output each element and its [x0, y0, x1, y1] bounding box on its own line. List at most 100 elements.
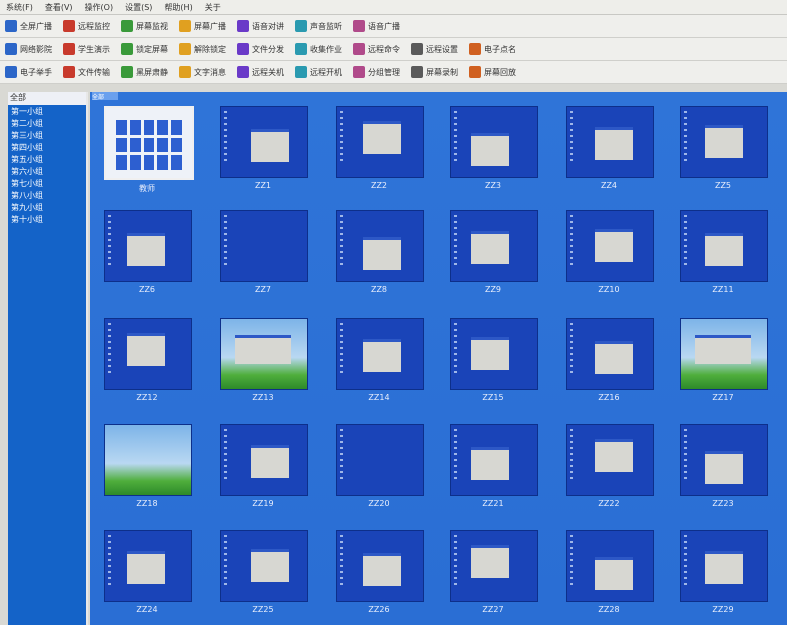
toolbar-button[interactable]: 屏幕监视 — [118, 16, 171, 36]
student-tile[interactable]: ZZ23 — [680, 424, 768, 508]
toolbar-button[interactable]: 远程开机 — [292, 62, 345, 82]
screen-thumbnail — [566, 106, 654, 178]
tile-label: ZZ11 — [712, 285, 734, 294]
toolbar-button-label: 屏幕录制 — [426, 67, 458, 77]
window-preview — [127, 233, 165, 266]
toolbar-button[interactable]: 电子举手 — [2, 62, 55, 82]
toolbar-button[interactable]: 远程关机 — [234, 62, 287, 82]
toolbar-button[interactable]: 屏幕广播 — [176, 16, 229, 36]
student-tile[interactable]: ZZ15 — [450, 318, 538, 402]
window-preview — [251, 445, 289, 478]
student-tile[interactable]: ZZ1 — [220, 106, 308, 190]
toolbar-button[interactable]: 文字消息 — [176, 62, 229, 82]
toolbar-button[interactable]: 屏幕回放 — [466, 62, 519, 82]
screen-thumbnail — [680, 318, 768, 390]
tile-label: ZZ21 — [482, 499, 504, 508]
student-tile[interactable]: ZZ10 — [566, 210, 654, 294]
main-tab[interactable]: 全部 — [92, 92, 118, 101]
sidebar-group-item[interactable]: 第一小组 — [8, 105, 86, 117]
window-preview — [471, 447, 509, 480]
toolbar-icon — [5, 20, 17, 32]
student-tile[interactable]: ZZ8 — [336, 210, 424, 294]
student-tile[interactable]: ZZ28 — [566, 530, 654, 614]
menu-item[interactable]: 查看(V) — [39, 0, 79, 13]
toolbar-button[interactable]: 解除锁定 — [176, 39, 229, 59]
student-tile[interactable]: ZZ13 — [220, 318, 308, 402]
menu-item[interactable]: 操作(O) — [79, 0, 120, 13]
toolbar-button[interactable]: 语音对讲 — [234, 16, 287, 36]
toolbar-button[interactable]: 远程设置 — [408, 39, 461, 59]
student-tile[interactable]: ZZ3 — [450, 106, 538, 190]
student-tile[interactable]: ZZ16 — [566, 318, 654, 402]
student-tile[interactable]: ZZ9 — [450, 210, 538, 294]
toolbar-row-3: 电子举手 文件传输 黑屏肃静 文字消息 远程关机 远程开机 分组管理 屏幕录制 屏幕回放 — [0, 61, 787, 84]
student-tile[interactable]: ZZ7 — [220, 210, 308, 294]
student-tile[interactable]: ZZ25 — [220, 530, 308, 614]
student-tile[interactable]: ZZ24 — [104, 530, 192, 614]
window-preview — [471, 337, 509, 370]
toolbar-button[interactable]: 文件分发 — [234, 39, 287, 59]
toolbar-button[interactable]: 网络影院 — [2, 39, 55, 59]
toolbar-icon — [121, 20, 133, 32]
student-tile[interactable]: ZZ29 — [680, 530, 768, 614]
sidebar-header[interactable]: 全部 — [8, 92, 86, 105]
tile-label: ZZ13 — [252, 393, 274, 402]
toolbar-button[interactable]: 收集作业 — [292, 39, 345, 59]
sidebar-group-item[interactable]: 第三小组 — [8, 129, 86, 141]
toolbar-button[interactable]: 远程监控 — [60, 16, 113, 36]
toolbar-button[interactable]: 学生演示 — [60, 39, 113, 59]
toolbar-button-label: 声音监听 — [310, 21, 342, 31]
tile-label: ZZ4 — [600, 181, 618, 190]
student-tile[interactable]: ZZ14 — [336, 318, 424, 402]
student-tile[interactable]: ZZ17 — [680, 318, 768, 402]
window-preview — [705, 551, 743, 584]
toolbar-button[interactable]: 全屏广播 — [2, 16, 55, 36]
tile-label: 教师 — [139, 184, 155, 193]
sidebar-group-item[interactable]: 第四小组 — [8, 141, 86, 153]
toolbar-button[interactable]: 黑屏肃静 — [118, 62, 171, 82]
student-tile[interactable]: ZZ5 — [680, 106, 768, 190]
student-tile[interactable]: ZZ11 — [680, 210, 768, 294]
menu-item[interactable]: 系统(F) — [0, 0, 39, 13]
screen-thumbnail — [104, 424, 192, 496]
student-tile[interactable]: ZZ18 — [104, 424, 192, 508]
student-tile[interactable]: ZZ4 — [566, 106, 654, 190]
tile-label: ZZ5 — [714, 181, 732, 190]
menu-item[interactable]: 帮助(H) — [158, 0, 198, 13]
tile-label: ZZ23 — [712, 499, 734, 508]
toolbar-button[interactable]: 屏幕录制 — [408, 62, 461, 82]
toolbar-button[interactable]: 语音广播 — [350, 16, 403, 36]
screen-thumbnail — [680, 530, 768, 602]
sidebar-group-item[interactable]: 第十小组 — [8, 213, 86, 225]
student-tile[interactable]: ZZ19 — [220, 424, 308, 508]
toolbar-button[interactable]: 分组管理 — [350, 62, 403, 82]
sidebar-group-item[interactable]: 第五小组 — [8, 153, 86, 165]
student-tile[interactable]: ZZ20 — [336, 424, 424, 508]
student-tile[interactable]: ZZ6 — [104, 210, 192, 294]
menu-item[interactable]: 关于 — [199, 0, 227, 13]
sidebar-group-item[interactable]: 第二小组 — [8, 117, 86, 129]
student-tile[interactable]: ZZ21 — [450, 424, 538, 508]
sidebar-group-item[interactable]: 第六小组 — [8, 165, 86, 177]
toolbar-icon — [179, 66, 191, 78]
toolbar-button[interactable]: 远程命令 — [350, 39, 403, 59]
toolbar-button-label: 收集作业 — [310, 44, 342, 54]
sidebar-group-item[interactable]: 第九小组 — [8, 201, 86, 213]
window-preview — [705, 233, 743, 266]
student-tile[interactable]: 教师 — [104, 106, 194, 194]
student-tile[interactable]: ZZ22 — [566, 424, 654, 508]
window-preview — [471, 545, 509, 578]
sidebar-group-item[interactable]: 第七小组 — [8, 177, 86, 189]
toolbar-button[interactable]: 文件传输 — [60, 62, 113, 82]
toolbar-button[interactable]: 电子点名 — [466, 39, 519, 59]
student-tile[interactable]: ZZ27 — [450, 530, 538, 614]
student-tile[interactable]: ZZ26 — [336, 530, 424, 614]
toolbar-icon — [121, 43, 133, 55]
student-tile[interactable]: ZZ12 — [104, 318, 192, 402]
toolbar-button[interactable]: 声音监听 — [292, 16, 345, 36]
sidebar-group-item[interactable]: 第八小组 — [8, 189, 86, 201]
menu-item[interactable]: 设置(S) — [119, 0, 158, 13]
student-tile[interactable]: ZZ2 — [336, 106, 424, 190]
screen-thumbnail — [450, 424, 538, 496]
toolbar-button[interactable]: 锁定屏幕 — [118, 39, 171, 59]
